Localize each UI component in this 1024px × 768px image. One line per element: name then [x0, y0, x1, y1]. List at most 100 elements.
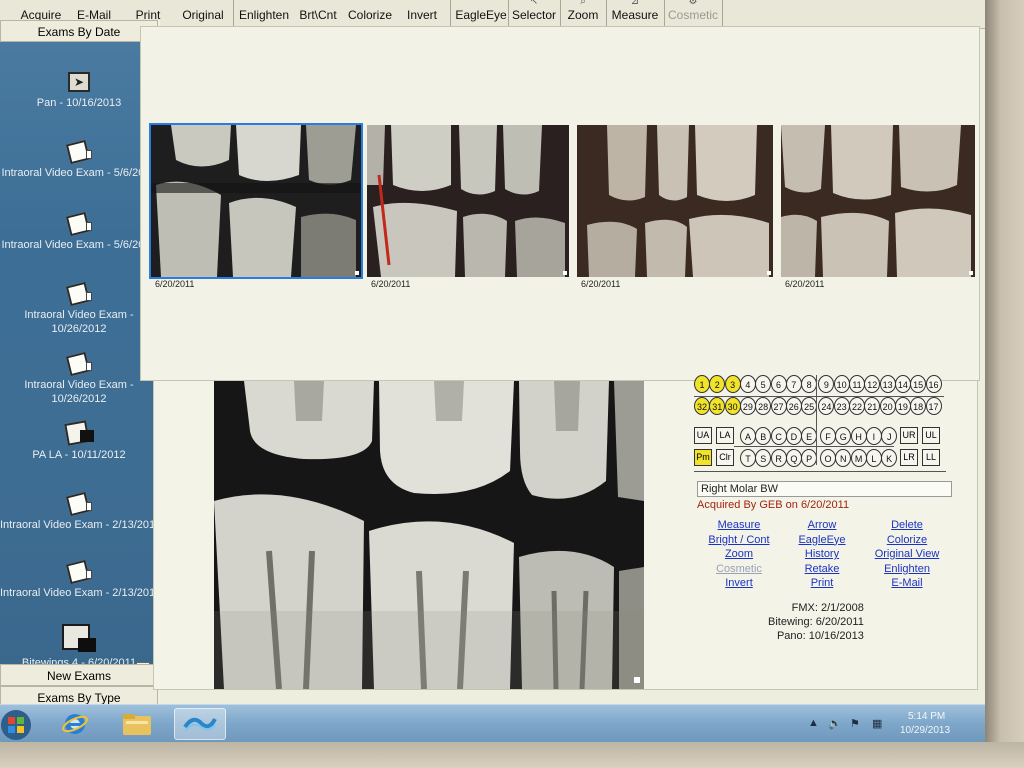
primary-tooth-l[interactable]: L — [865, 449, 882, 467]
exam-item[interactable]: ➤ Pan - 10/16/2013 — [0, 70, 158, 110]
tooth-4[interactable]: 4 — [739, 375, 756, 393]
xray-thumbnail-2[interactable]: 6/20/2011 — [367, 125, 569, 289]
tooth-18[interactable]: 18 — [910, 397, 927, 415]
tooth-2[interactable]: 2 — [709, 375, 726, 393]
quadrant-button-ua[interactable]: UA — [694, 427, 712, 444]
brightness-contrast-button[interactable]: Brt\Cnt — [296, 0, 340, 27]
quadrant-button-ll[interactable]: LL — [922, 449, 940, 466]
print-link[interactable]: Print — [790, 576, 854, 591]
zoom-link[interactable]: Zoom — [704, 547, 774, 562]
tooth-9[interactable]: 9 — [818, 375, 835, 393]
tooth-8[interactable]: 8 — [801, 375, 818, 393]
primary-tooth-n[interactable]: N — [835, 449, 852, 467]
tooth-22[interactable]: 22 — [849, 397, 865, 415]
enlighten-link[interactable]: Enlighten — [872, 562, 942, 577]
tooth-17[interactable]: 17 — [925, 397, 942, 415]
image-description-field[interactable]: Right Molar BW — [697, 481, 952, 497]
file-explorer-icon[interactable] — [114, 708, 160, 740]
dental-imaging-app-icon[interactable] — [174, 708, 226, 740]
primary-tooth-h[interactable]: H — [850, 427, 867, 445]
tooth-3[interactable]: 3 — [724, 375, 741, 393]
invert-link[interactable]: Invert — [704, 576, 774, 591]
main-xray-image[interactable] — [214, 381, 644, 690]
eagleeye-link[interactable]: EagleEye — [790, 533, 854, 548]
tooth-20[interactable]: 20 — [879, 397, 896, 415]
tooth-5[interactable]: 5 — [755, 375, 772, 393]
tooth-27[interactable]: 27 — [770, 397, 787, 415]
exam-item[interactable]: Intraoral Video Exam - 5/6/2013 — [0, 139, 158, 180]
measure-link[interactable]: Measure — [704, 518, 774, 533]
primary-tooth-o[interactable]: O — [820, 449, 836, 467]
exam-item[interactable]: Intraoral Video Exam - 10/26/2012 — [0, 351, 158, 406]
quadrant-button-lr[interactable]: LR — [900, 449, 918, 466]
exam-item[interactable]: Intraoral Video Exam - 2/13/2012 — [0, 559, 158, 600]
quadrant-button-la[interactable]: LA — [716, 427, 734, 444]
primary-tooth-f[interactable]: F — [820, 427, 836, 445]
primary-tooth-g[interactable]: G — [835, 427, 852, 445]
volume-icon[interactable]: 🔈 — [828, 717, 842, 730]
xray-thumbnail-1[interactable]: 6/20/2011 — [149, 123, 363, 289]
tooth-1[interactable]: 1 — [694, 375, 710, 393]
tooth-26[interactable]: 26 — [785, 397, 802, 415]
tooth-15[interactable]: 15 — [910, 375, 927, 393]
exam-item[interactable]: Intraoral Video Exam - 10/26/2012 — [0, 281, 158, 336]
primary-tooth-i[interactable]: I — [865, 427, 882, 445]
arrow-link[interactable]: Arrow — [790, 518, 854, 533]
primary-tooth-c[interactable]: C — [770, 427, 787, 445]
internet-explorer-icon[interactable] — [52, 708, 98, 740]
original-view-link[interactable]: Original View — [872, 547, 942, 562]
windows-start-icon[interactable] — [0, 709, 32, 741]
exam-item[interactable]: PA LA - 10/11/2012 — [0, 420, 158, 462]
tooth-24[interactable]: 24 — [818, 397, 835, 415]
original-button[interactable]: Original — [180, 0, 226, 27]
tooth-28[interactable]: 28 — [755, 397, 772, 415]
quadrant-button-pm[interactable]: Pm — [694, 449, 712, 466]
tooth-7[interactable]: 7 — [785, 375, 802, 393]
exam-item[interactable]: Intraoral Video Exam - 5/6/2013 — [0, 211, 158, 252]
primary-tooth-t[interactable]: T — [740, 449, 756, 467]
network-icon[interactable]: ▦ — [872, 717, 882, 730]
selector-button[interactable]: ↖ Selector — [512, 0, 556, 27]
delete-link[interactable]: Delete — [872, 518, 942, 533]
primary-tooth-a[interactable]: A — [740, 427, 756, 445]
exam-item[interactable]: Intraoral Video Exam - 2/13/2012 — [0, 491, 158, 532]
exams-by-date-tab[interactable]: Exams By Date — [0, 20, 158, 42]
clock-time[interactable]: 5:14 PM — [908, 711, 945, 722]
tooth-32[interactable]: 32 — [694, 397, 710, 415]
cosmetic-link[interactable]: Cosmetic — [704, 562, 774, 577]
flag-icon[interactable]: ⚑ — [850, 717, 860, 730]
tooth-23[interactable]: 23 — [833, 397, 850, 415]
primary-tooth-j[interactable]: J — [881, 427, 898, 445]
quadrant-button-clr[interactable]: Clr — [716, 449, 734, 466]
quadrant-button-ur[interactable]: UR — [900, 427, 918, 444]
new-exams-tab[interactable]: New Exams — [0, 664, 158, 686]
clock-date[interactable]: 10/29/2013 — [900, 725, 950, 736]
quadrant-button-ul[interactable]: UL — [922, 427, 940, 444]
primary-tooth-b[interactable]: B — [755, 427, 772, 445]
tooth-14[interactable]: 14 — [894, 375, 911, 393]
tooth-30[interactable]: 30 — [724, 397, 741, 415]
tooth-21[interactable]: 21 — [864, 397, 881, 415]
primary-tooth-k[interactable]: K — [881, 449, 898, 467]
exam-list[interactable]: ➤ Pan - 10/16/2013 Intraoral Video Exam … — [0, 42, 158, 682]
tooth-31[interactable]: 31 — [709, 397, 726, 415]
primary-tooth-m[interactable]: M — [850, 449, 867, 467]
primary-tooth-q[interactable]: Q — [785, 449, 802, 467]
primary-tooth-r[interactable]: R — [770, 449, 787, 467]
retake-link[interactable]: Retake — [790, 562, 854, 577]
tooth-13[interactable]: 13 — [879, 375, 896, 393]
primary-tooth-e[interactable]: E — [801, 427, 818, 445]
xray-thumbnail-3[interactable]: 6/20/2011 — [577, 125, 773, 289]
email-link[interactable]: E-Mail — [872, 576, 942, 591]
tray-expand-icon[interactable]: ▲ — [808, 717, 819, 729]
tooth-29[interactable]: 29 — [739, 397, 756, 415]
tooth-16[interactable]: 16 — [925, 375, 942, 393]
bright-contrast-link[interactable]: Bright / Cont — [704, 533, 774, 548]
invert-button[interactable]: Invert — [402, 0, 442, 27]
eagleeye-button[interactable]: EagleEye — [455, 0, 506, 27]
measure-button[interactable]: ⊿ Measure — [610, 0, 660, 27]
tooth-6[interactable]: 6 — [770, 375, 787, 393]
tooth-19[interactable]: 19 — [894, 397, 911, 415]
primary-tooth-d[interactable]: D — [785, 427, 802, 445]
primary-tooth-p[interactable]: P — [801, 449, 818, 467]
